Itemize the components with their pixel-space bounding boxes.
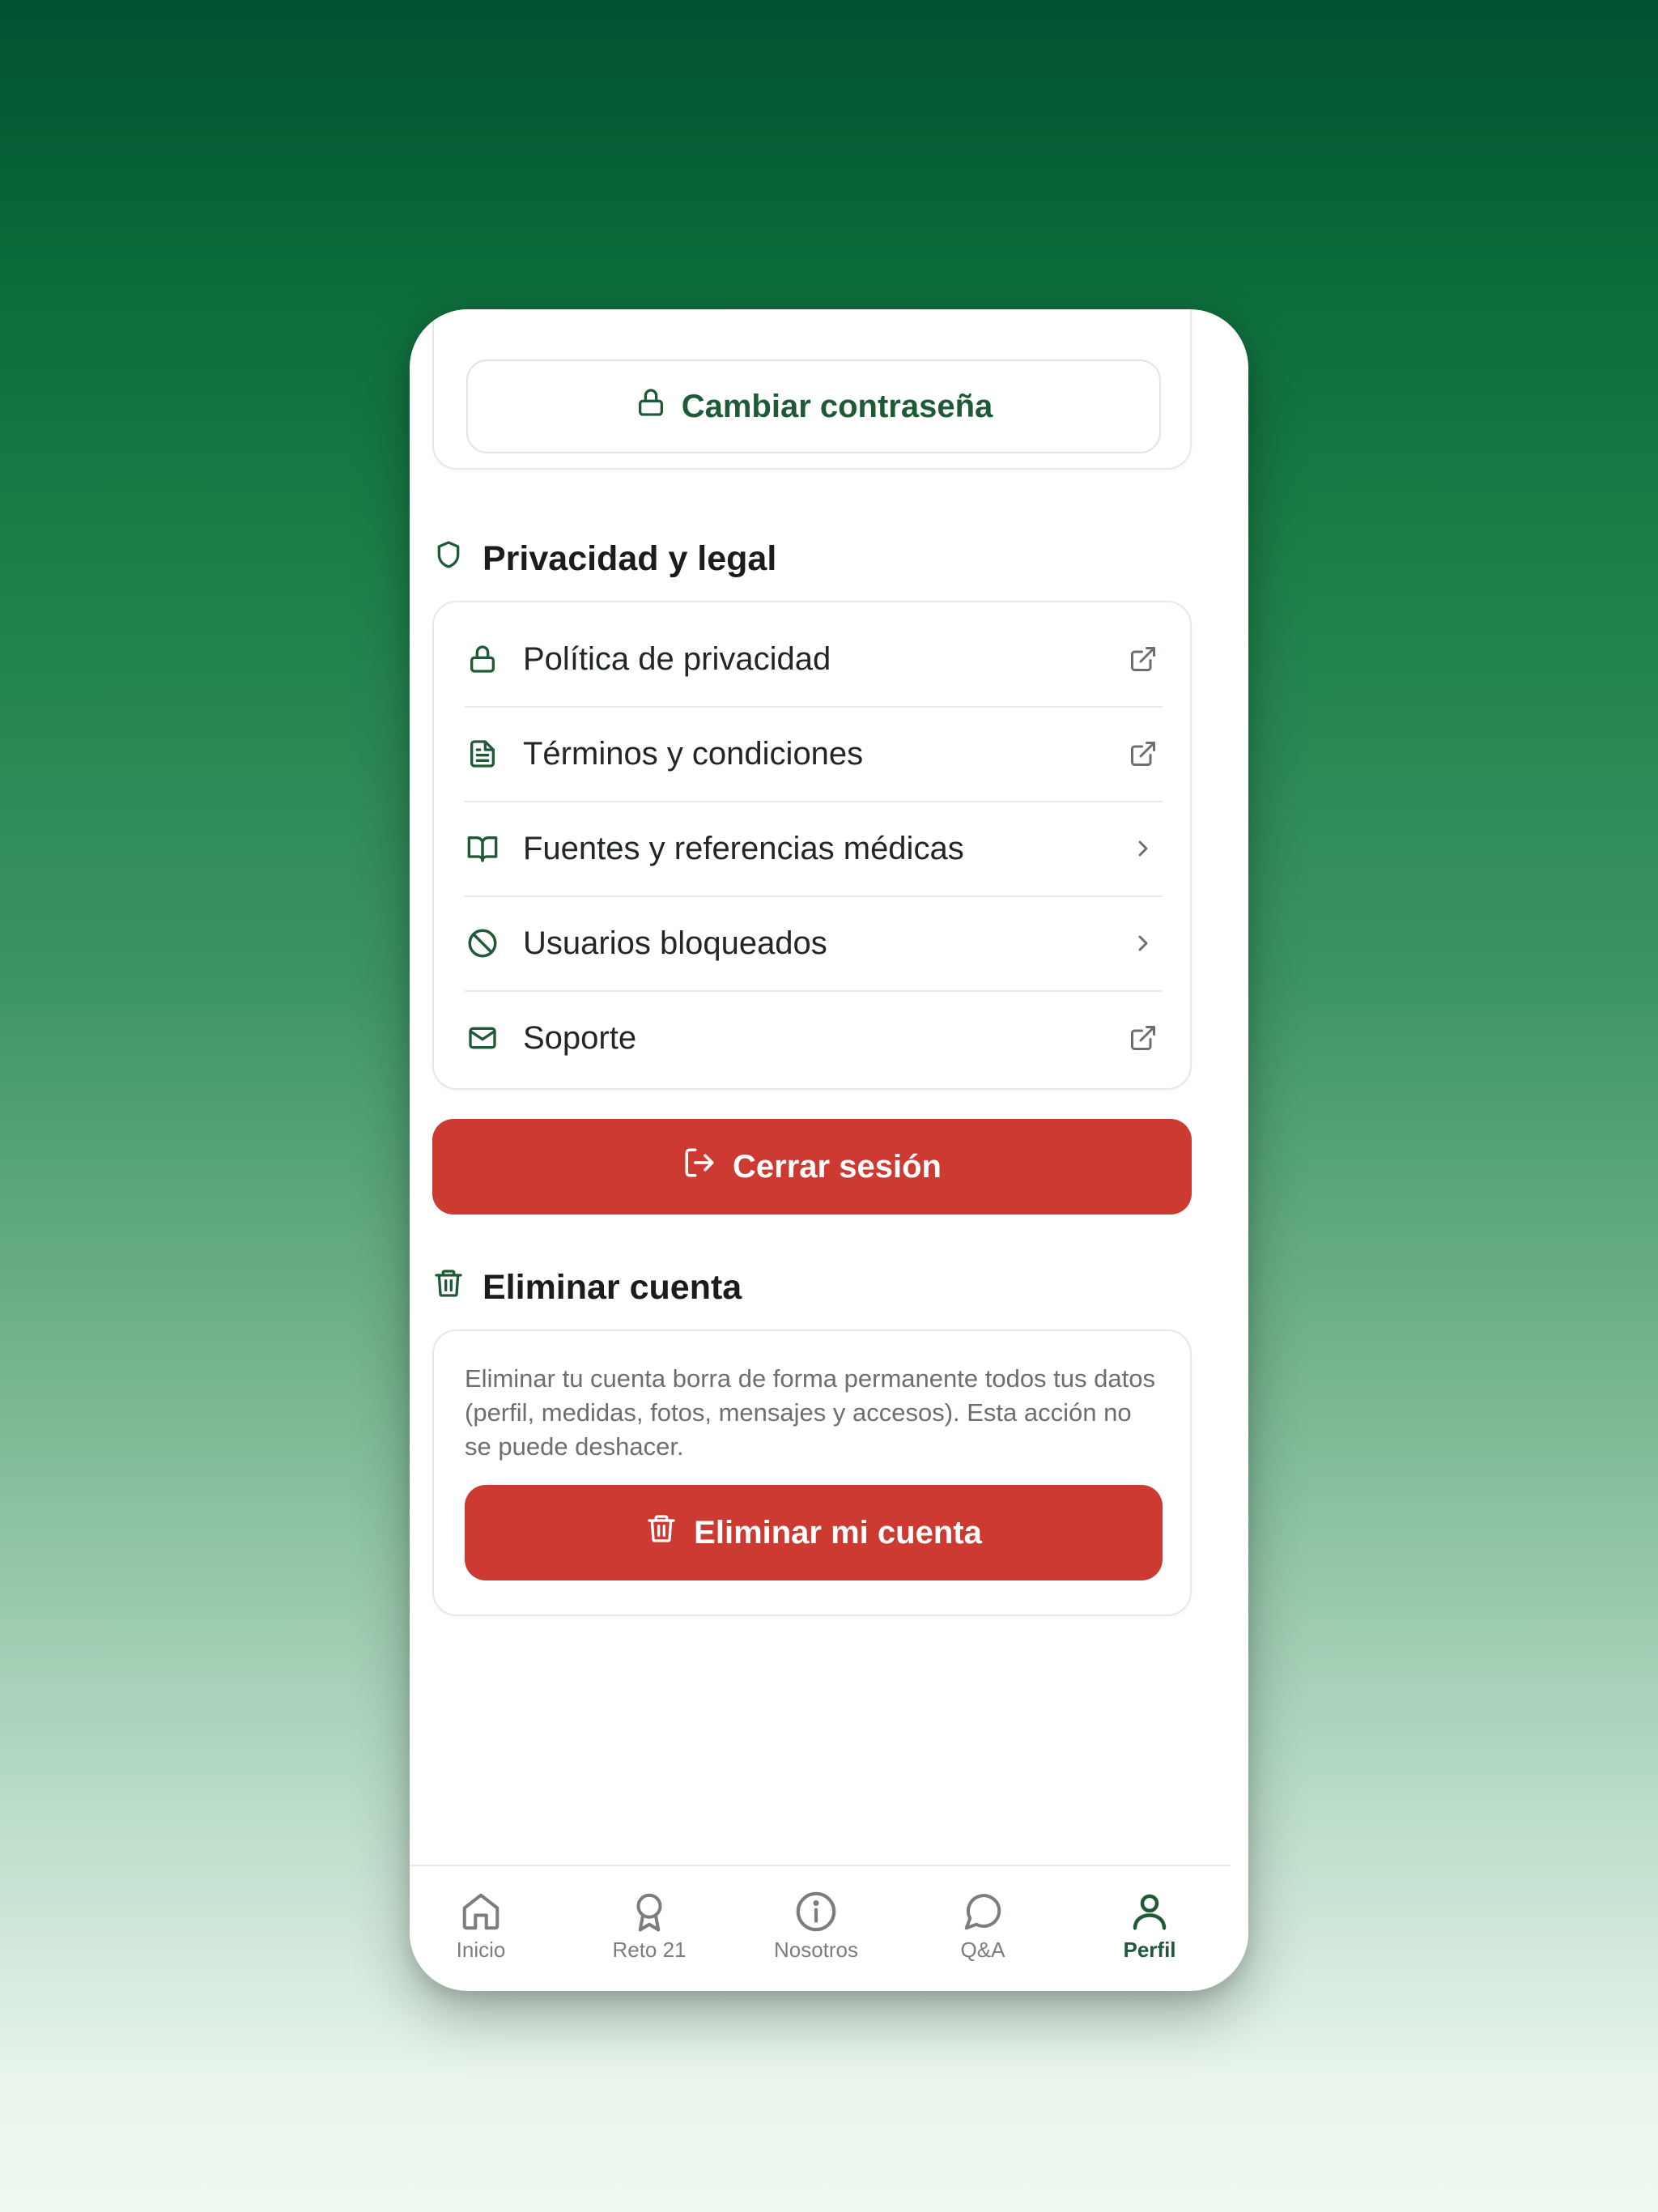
lock-icon bbox=[465, 641, 500, 677]
book-icon bbox=[465, 831, 500, 866]
privacy-policy-label: Política de privacidad bbox=[523, 640, 831, 677]
security-card: Cambiar contraseña bbox=[432, 309, 1192, 470]
delete-account-description: Eliminar tu cuenta borra de forma perman… bbox=[465, 1364, 1155, 1461]
tab-inicio[interactable]: Inicio bbox=[416, 1889, 546, 1970]
terms-conditions-item[interactable]: Términos y condiciones bbox=[465, 707, 1163, 801]
chevron-right-icon bbox=[1127, 927, 1159, 959]
privacy-policy-item[interactable]: Política de privacidad bbox=[465, 612, 1163, 706]
privacy-title-text: Privacidad y legal bbox=[483, 538, 777, 578]
logout-label: Cerrar sesión bbox=[733, 1148, 942, 1185]
delete-account-card: Eliminar tu cuenta borra de forma perman… bbox=[432, 1329, 1192, 1616]
chevron-right-icon bbox=[1127, 832, 1159, 865]
privacy-section-title: Privacidad y legal bbox=[432, 526, 776, 591]
delete-account-section-title: Eliminar cuenta bbox=[432, 1255, 742, 1320]
trash-icon bbox=[645, 1512, 678, 1554]
support-label: Soporte bbox=[523, 1019, 637, 1056]
tab-perfil[interactable]: Perfil bbox=[1085, 1889, 1214, 1970]
document-icon bbox=[465, 736, 500, 772]
chat-icon bbox=[960, 1889, 1005, 1934]
tabbar-divider bbox=[410, 1865, 1231, 1866]
profile-scroll-area[interactable]: Cambiar contraseña Privacidad y legal Po… bbox=[410, 309, 1248, 1991]
tab-qa[interactable]: Q&A bbox=[918, 1889, 1048, 1970]
user-icon bbox=[1127, 1889, 1172, 1934]
lock-icon bbox=[635, 386, 667, 427]
mail-icon bbox=[465, 1020, 500, 1056]
tab-nosotros[interactable]: Nosotros bbox=[751, 1889, 881, 1970]
tab-label: Nosotros bbox=[773, 1938, 859, 1962]
blocked-users-label: Usuarios bloqueados bbox=[523, 925, 827, 961]
change-password-label: Cambiar contraseña bbox=[681, 388, 993, 424]
block-icon bbox=[465, 925, 500, 961]
info-icon bbox=[793, 1889, 839, 1934]
tab-label: Reto 21 bbox=[612, 1938, 687, 1962]
tab-label: Inicio bbox=[456, 1938, 506, 1962]
shield-icon bbox=[432, 538, 465, 581]
change-password-button[interactable]: Cambiar contraseña bbox=[466, 359, 1161, 453]
home-icon bbox=[458, 1889, 504, 1934]
external-link-icon bbox=[1127, 738, 1159, 770]
terms-conditions-label: Términos y condiciones bbox=[523, 735, 864, 772]
delete-account-title-text: Eliminar cuenta bbox=[483, 1267, 742, 1307]
tab-reto-21[interactable]: Reto 21 bbox=[585, 1889, 714, 1970]
tab-label: Perfil bbox=[1123, 1938, 1176, 1962]
external-link-icon bbox=[1127, 643, 1159, 675]
privacy-legal-card: Política de privacidad Términos y condic… bbox=[432, 601, 1192, 1090]
bottom-tab-bar: Inicio Reto 21 Nosotros Q&A Perfil bbox=[410, 1865, 1248, 1991]
logout-icon bbox=[682, 1146, 716, 1188]
medical-sources-item[interactable]: Fuentes y referencias médicas bbox=[465, 802, 1163, 895]
logout-button[interactable]: Cerrar sesión bbox=[432, 1119, 1192, 1214]
phone-screen: Cambiar contraseña Privacidad y legal Po… bbox=[410, 309, 1248, 1991]
award-icon bbox=[627, 1889, 672, 1934]
support-item[interactable]: Soporte bbox=[465, 991, 1163, 1085]
trash-icon bbox=[432, 1266, 465, 1309]
external-link-icon bbox=[1127, 1022, 1159, 1054]
blocked-users-item[interactable]: Usuarios bloqueados bbox=[465, 896, 1163, 990]
medical-sources-label: Fuentes y referencias médicas bbox=[523, 830, 964, 866]
tab-label: Q&A bbox=[960, 1938, 1005, 1962]
delete-account-button-label: Eliminar mi cuenta bbox=[694, 1514, 982, 1551]
delete-account-button[interactable]: Eliminar mi cuenta bbox=[465, 1485, 1163, 1580]
